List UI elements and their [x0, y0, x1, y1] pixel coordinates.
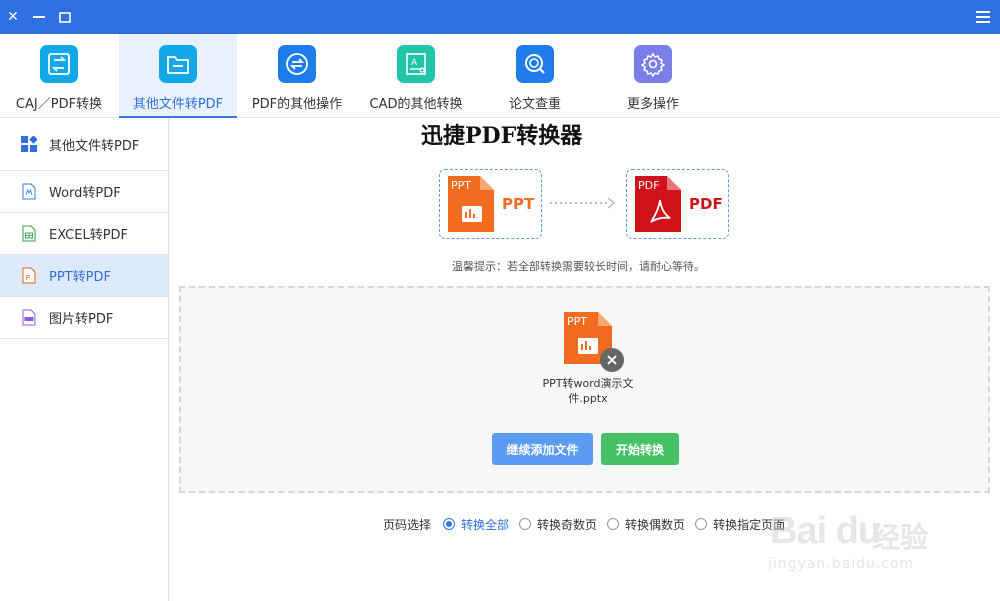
sidebar-item-label: 其他文件转PDF [49, 138, 140, 154]
tab-label: CAD的其他转换 [369, 97, 463, 112]
close-icon [607, 355, 617, 365]
sidebar-item-label: EXCEL转PDF [49, 228, 129, 243]
sidebar-item-excel-to-pdf[interactable]: EXCEL转PDF [0, 213, 168, 255]
pdf-file-icon: PDF [635, 176, 681, 232]
add-file-button[interactable]: 继续添加文件 [492, 433, 593, 465]
maximize-window-button[interactable] [52, 0, 78, 34]
baidu-watermark: Bai du 经验 jingyan.baidu.com [760, 492, 960, 582]
svg-text:A: A [411, 58, 418, 68]
sidebar-item-label: Word转PDF [49, 186, 121, 201]
word-file-icon [21, 183, 37, 201]
tab-label: 更多操作 [626, 97, 679, 112]
sidebar-item-image-to-pdf[interactable]: 图片转PDF [0, 297, 168, 339]
tab-more-ops[interactable]: 更多操作 [594, 34, 712, 118]
radio-label: 转换全部 [461, 517, 510, 532]
cad-icon: A [397, 45, 435, 83]
radio-circle [519, 518, 532, 530]
target-format-label: PDF [689, 195, 723, 213]
page-range-selector: 页码选择 转换全部 转换奇数页 转换偶数页 转换指定页面 [383, 515, 795, 533]
folder-icon [159, 45, 197, 83]
tab-cad-convert[interactable]: A CAD的其他转换 [357, 34, 475, 118]
close-icon: ✕ [7, 9, 19, 25]
main-menu-button[interactable] [970, 0, 996, 34]
sidebar-item-word-to-pdf[interactable]: Word转PDF [0, 171, 168, 213]
tab-label: CAJ／PDF转换 [15, 97, 103, 112]
tab-label: PDF的其他操作 [251, 97, 343, 112]
radio-label: 转换偶数页 [625, 517, 686, 532]
source-badge: PPT [451, 179, 471, 192]
arrow-right-icon [550, 197, 616, 209]
page-title: 迅捷PDF转换器 [421, 123, 583, 149]
watermark-url: jingyan.baidu.com [768, 556, 915, 572]
tab-caj-pdf-convert[interactable]: CAJ／PDF转换 [0, 34, 118, 118]
radio-even-pages[interactable]: 转换偶数页 [607, 516, 685, 533]
file-name: PPT转word演示文件.pptx [542, 377, 634, 405]
excel-file-icon [21, 225, 37, 243]
top-toolbar: CAJ／PDF转换 其他文件转PDF PDF的其他操作 A CAD的其他转换 论… [0, 34, 1000, 118]
svg-text:P: P [26, 274, 30, 282]
tab-label: 其他文件转PDF [132, 97, 224, 112]
sidebar-item-other-to-pdf[interactable]: 其他文件转PDF [0, 118, 168, 171]
file-drop-area[interactable]: PPT PPT转word演示文件.pptx 继续添加文件 开始转换 [179, 286, 990, 493]
sidebar: 其他文件转PDF Word转PDF EXCEL转PDF P PPT转PDF 图片… [0, 118, 169, 601]
gear-icon [634, 45, 672, 83]
radio-all-pages[interactable]: 转换全部 [443, 516, 509, 533]
ppt-file-icon: P [21, 267, 37, 285]
minimize-icon [33, 16, 45, 18]
sidebar-item-ppt-to-pdf[interactable]: P PPT转PDF [0, 255, 168, 297]
watermark-cn: 经验 [872, 521, 929, 554]
ppt-file-icon: PPT [448, 176, 494, 232]
caj-pdf-icon [40, 45, 78, 83]
remove-file-button[interactable] [600, 348, 624, 372]
close-window-button[interactable]: ✕ [0, 0, 26, 34]
grid-icon [21, 135, 37, 153]
maximize-icon [59, 11, 71, 23]
sidebar-item-label: 图片转PDF [49, 312, 114, 327]
hint-text: 温馨提示：若全部转换需要较长时间，请耐心等待。 [452, 260, 705, 273]
watermark-brand: Bai du [770, 510, 881, 552]
target-badge: PDF [638, 179, 660, 192]
menu-icon [976, 11, 990, 23]
sidebar-item-label: PPT转PDF [49, 270, 111, 285]
page-select-label: 页码选择 [383, 517, 432, 532]
source-format-box: PPT PPT [439, 169, 542, 239]
ppt-file-icon: PPT [564, 312, 624, 372]
radio-circle [695, 518, 708, 530]
radio-circle [607, 518, 620, 530]
file-item: PPT PPT转word演示文件.pptx [533, 312, 643, 406]
target-format-box: PDF PDF [626, 169, 729, 239]
tab-label: 论文查重 [508, 97, 561, 112]
start-convert-button[interactable]: 开始转换 [601, 433, 679, 465]
tab-pdf-other-ops[interactable]: PDF的其他操作 [238, 34, 356, 118]
source-format-label: PPT [502, 195, 535, 213]
image-file-icon [21, 309, 37, 327]
radio-label: 转换奇数页 [537, 517, 598, 532]
radio-circle [443, 518, 456, 530]
swap-circle-icon [278, 45, 316, 83]
radio-odd-pages[interactable]: 转换奇数页 [519, 516, 597, 533]
file-badge: PPT [567, 315, 587, 328]
title-bar: ✕ [0, 0, 1000, 34]
minimize-window-button[interactable] [26, 0, 52, 34]
magnifier-icon [516, 45, 554, 83]
tab-other-to-pdf[interactable]: 其他文件转PDF [119, 34, 237, 118]
tab-paper-check[interactable]: 论文查重 [476, 34, 594, 118]
